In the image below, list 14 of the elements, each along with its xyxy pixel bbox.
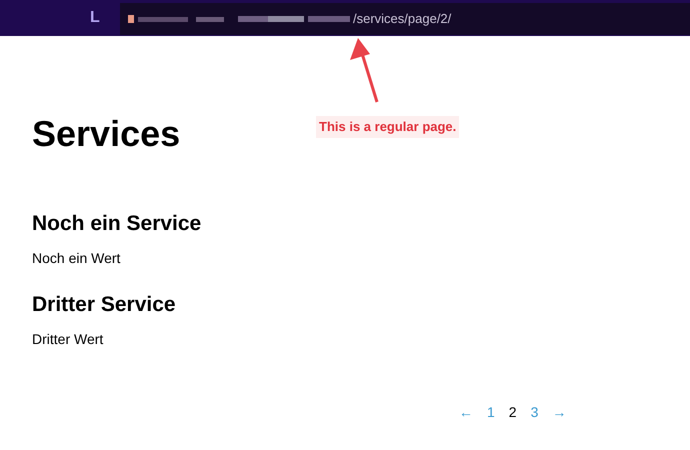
next-page-link[interactable]: → xyxy=(552,402,566,423)
address-bar[interactable]: /services/page/2/ xyxy=(120,3,690,35)
page-link[interactable]: 2 xyxy=(508,402,517,423)
service-value: Noch ein Wert xyxy=(32,249,122,268)
page-link[interactable]: 3 xyxy=(530,402,538,423)
page-title: Services xyxy=(32,112,180,156)
service-heading: Dritter Service xyxy=(32,292,177,318)
annotation-label: This is a regular page. xyxy=(316,116,460,138)
service-heading: Noch ein Service xyxy=(32,211,202,237)
logo: L xyxy=(90,8,100,28)
page-link[interactable]: 1 xyxy=(487,402,495,423)
previous-page-link[interactable]: ← xyxy=(459,402,473,423)
service-value: Dritter Wert xyxy=(32,330,104,349)
url-text: /services/page/2/ xyxy=(353,10,452,28)
